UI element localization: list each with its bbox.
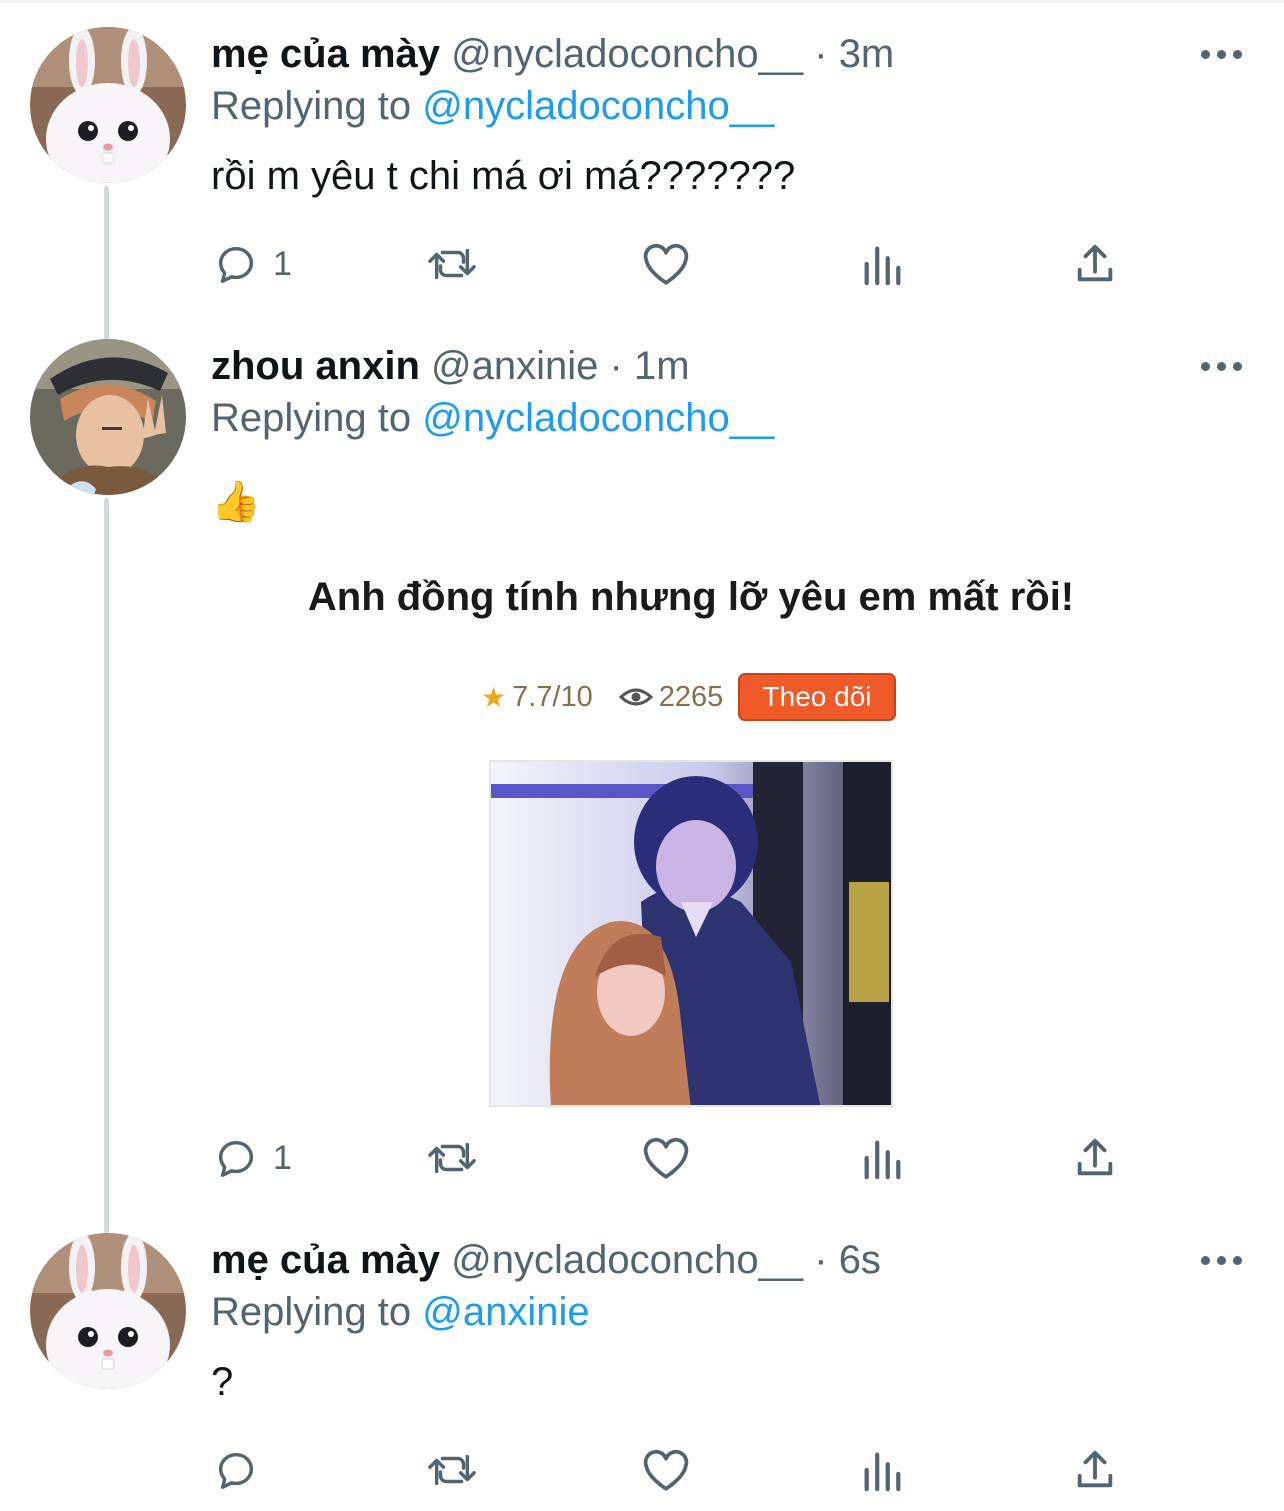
separator-dot: · [814, 32, 828, 76]
user-handle[interactable]: @nycladoconcho__ [451, 32, 803, 76]
white-rabbit-avatar[interactable] [30, 1233, 186, 1389]
retweet-icon [428, 1142, 476, 1174]
tweet-text: ? [211, 1360, 234, 1404]
reply-count: 1 [273, 1138, 292, 1177]
reply-icon [218, 1452, 254, 1489]
share-icon [1077, 1138, 1113, 1176]
user-handle[interactable]: @anxinie [431, 344, 598, 388]
like-button[interactable] [641, 234, 691, 294]
reply-button[interactable]: 1 [213, 1128, 292, 1188]
replying-to: Replying to @nycladoconcho__ [211, 392, 774, 444]
analytics-icon [864, 246, 901, 286]
like-button[interactable] [641, 1440, 691, 1500]
follow-button: Theo dõi [738, 673, 896, 721]
retweet-button[interactable] [425, 234, 479, 294]
replying-to: Replying to @anxinie [211, 1286, 590, 1338]
display-name[interactable]: mẹ của mày [211, 32, 440, 76]
user-handle[interactable]: @nycladoconcho__ [451, 1238, 803, 1282]
reply-icon [218, 1140, 254, 1177]
mention-link[interactable]: @nycladoconcho__ [422, 84, 774, 128]
view-count: 2265 [658, 680, 724, 713]
replying-to: Replying to @nycladoconcho__ [211, 80, 774, 132]
person-peace-sign-avatar[interactable] [30, 339, 186, 495]
retweet-icon [428, 248, 476, 280]
media-stats: ★ 7.7/10 2265 [481, 672, 723, 722]
share-button[interactable] [1073, 1128, 1117, 1188]
white-rabbit-avatar[interactable] [30, 27, 186, 183]
star-icon: ★ [481, 681, 507, 713]
timestamp[interactable]: 6s [839, 1238, 881, 1282]
display-name[interactable]: mẹ của mày [211, 1238, 440, 1282]
media-title: Anh đồng tính nhưng lỡ yêu em mất rồi! [307, 575, 1075, 619]
heart-icon [643, 1449, 689, 1491]
separator-dot: · [814, 1238, 828, 1282]
tweet-text: 👍 [211, 480, 261, 524]
mention-link[interactable]: @anxinie [422, 1290, 589, 1334]
replying-to-label: Replying to [211, 1290, 412, 1334]
analytics-icon [864, 1140, 901, 1180]
manga-cover-image [489, 760, 893, 1107]
action-bar: 1 [0, 1128, 1284, 1188]
display-name[interactable]: zhou anxin [211, 344, 420, 388]
more-options-icon[interactable] [1196, 44, 1246, 64]
timestamp[interactable]: 1m [634, 344, 690, 388]
reply-button[interactable] [213, 1440, 273, 1500]
analytics-button[interactable] [860, 1128, 904, 1188]
tweet[interactable]: mẹ của mày @nycladoconcho__ · 3m Replyin… [0, 0, 1284, 310]
retweet-button[interactable] [425, 1440, 479, 1500]
analytics-icon [864, 1452, 901, 1492]
tweet-header: mẹ của mày @nycladoconcho__ · 3m [211, 28, 894, 80]
tweet-header: zhou anxin @anxinie · 1m [211, 340, 690, 392]
replying-to-label: Replying to [211, 396, 412, 440]
media-image[interactable]: Anh đồng tính nhưng lỡ yêu em mất rồi! ★… [211, 545, 1246, 1107]
share-button[interactable] [1073, 234, 1117, 294]
retweet-icon [428, 1454, 476, 1486]
more-options-icon[interactable] [1196, 1250, 1246, 1270]
reply-icon [218, 246, 254, 283]
action-bar [0, 1440, 1284, 1500]
mention-link[interactable]: @nycladoconcho__ [422, 396, 774, 440]
tweet-header: mẹ của mày @nycladoconcho__ · 6s [211, 1234, 881, 1286]
tweet-text: rồi m yêu t chi má ơi má??????? [211, 154, 796, 198]
reply-button[interactable]: 1 [213, 234, 292, 294]
replying-to-label: Replying to [211, 84, 412, 128]
share-icon [1077, 244, 1113, 282]
analytics-button[interactable] [860, 234, 904, 294]
analytics-button[interactable] [860, 1440, 904, 1500]
action-bar: 1 [0, 234, 1284, 294]
share-button[interactable] [1073, 1440, 1117, 1500]
more-options-icon[interactable] [1196, 356, 1246, 376]
tweet[interactable]: mẹ của mày @nycladoconcho__ · 6s Replyin… [0, 1206, 1284, 1511]
timestamp[interactable]: 3m [839, 32, 895, 76]
retweet-button[interactable] [425, 1128, 479, 1188]
reply-count: 1 [273, 244, 292, 283]
heart-icon [643, 243, 689, 285]
rating-value: 7.7/10 [512, 680, 593, 713]
share-icon [1077, 1450, 1113, 1488]
eye-icon [618, 688, 653, 706]
separator-dot: · [609, 344, 623, 388]
like-button[interactable] [641, 1128, 691, 1188]
heart-icon [643, 1137, 689, 1179]
